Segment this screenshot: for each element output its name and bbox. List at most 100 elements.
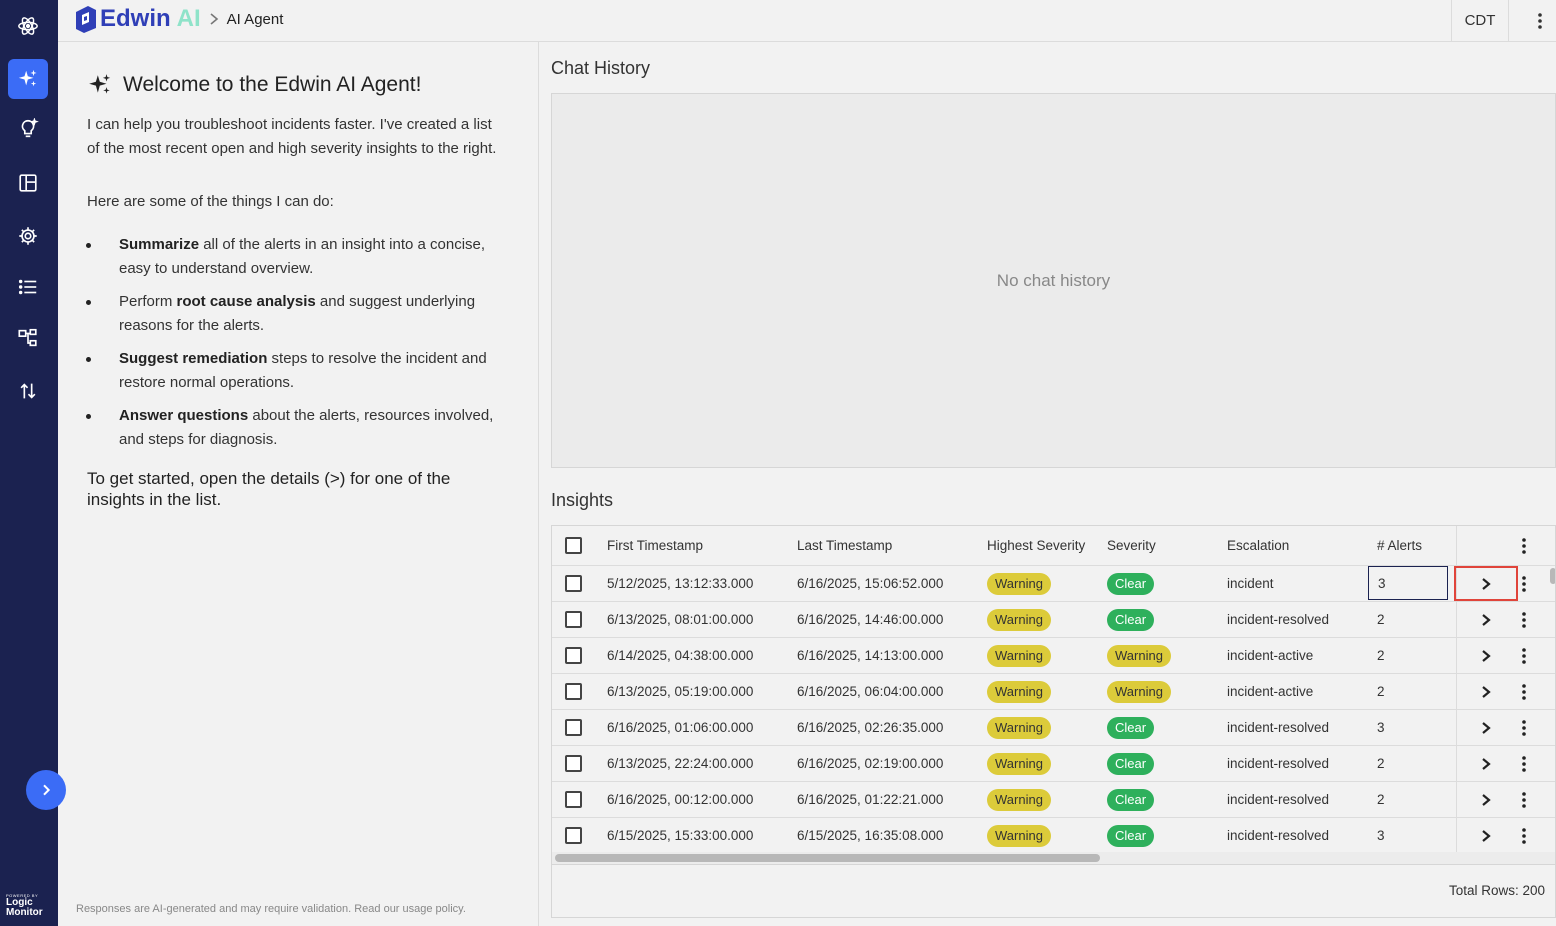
highest-severity-badge: Warning bbox=[987, 680, 1051, 703]
highest-severity-badge: Warning bbox=[987, 788, 1051, 811]
settings-gear-icon[interactable] bbox=[8, 216, 48, 256]
more-vert-icon[interactable] bbox=[1528, 0, 1552, 41]
row-menu-icon[interactable] bbox=[1522, 674, 1526, 709]
row-checkbox[interactable] bbox=[565, 791, 582, 808]
vertical-scrollbar-thumb[interactable] bbox=[1550, 568, 1555, 584]
table-row[interactable]: 6/13/2025, 05:19:00.000 6/16/2025, 06:04:… bbox=[552, 674, 1555, 710]
capability-item: Answer questions about the alerts, resou… bbox=[86, 404, 514, 452]
escalation: incident-resolved bbox=[1227, 828, 1330, 843]
brand[interactable]: Edwin AI AI Agent bbox=[72, 4, 283, 34]
escalation: incident-resolved bbox=[1227, 756, 1330, 771]
severity-badge: Clear bbox=[1107, 788, 1155, 811]
welcome-title: Welcome to the Edwin AI Agent! bbox=[87, 72, 421, 98]
last-timestamp: 6/15/2025, 16:35:08.000 bbox=[797, 828, 944, 843]
last-timestamp: 6/16/2025, 14:13:00.000 bbox=[797, 648, 944, 663]
timezone-selector[interactable]: CDT bbox=[1451, 0, 1509, 41]
first-timestamp: 6/16/2025, 00:12:00.000 bbox=[607, 792, 754, 807]
row-menu-icon[interactable] bbox=[1522, 566, 1526, 601]
table-row[interactable]: 6/16/2025, 00:12:00.000 6/16/2025, 01:22:… bbox=[552, 782, 1555, 818]
table-row[interactable]: 6/15/2025, 15:33:00.000 6/15/2025, 16:35:… bbox=[552, 818, 1555, 854]
highest-severity-badge: Warning bbox=[987, 824, 1051, 847]
row-checkbox[interactable] bbox=[565, 719, 582, 736]
atom-icon[interactable] bbox=[8, 6, 48, 46]
welcome-panel: Welcome to the Edwin AI Agent! I can hel… bbox=[58, 42, 539, 926]
open-details-button[interactable] bbox=[1454, 746, 1518, 781]
chat-history-box: No chat history bbox=[551, 93, 1556, 468]
table-row[interactable]: 6/13/2025, 22:24:00.000 6/16/2025, 02:19:… bbox=[552, 746, 1555, 782]
row-checkbox[interactable] bbox=[565, 611, 582, 628]
first-timestamp: 6/13/2025, 05:19:00.000 bbox=[607, 684, 754, 699]
first-timestamp: 6/15/2025, 15:33:00.000 bbox=[607, 828, 754, 843]
table-row[interactable]: 6/13/2025, 08:01:00.000 6/16/2025, 14:46:… bbox=[552, 602, 1555, 638]
alerts-count[interactable]: 3 bbox=[1368, 566, 1448, 600]
lightbulb-icon[interactable] bbox=[8, 109, 48, 149]
alerts-count: 3 bbox=[1377, 720, 1385, 735]
row-checkbox[interactable] bbox=[565, 575, 582, 592]
list-icon[interactable] bbox=[8, 267, 48, 307]
select-all-checkbox[interactable] bbox=[565, 537, 582, 554]
first-timestamp: 6/16/2025, 01:06:00.000 bbox=[607, 720, 754, 735]
open-details-button[interactable] bbox=[1454, 710, 1518, 745]
horizontal-scrollbar-thumb[interactable] bbox=[555, 854, 1100, 862]
col-alerts[interactable]: # Alerts bbox=[1377, 526, 1422, 565]
open-details-button[interactable] bbox=[1454, 782, 1518, 817]
table-row[interactable]: 5/12/2025, 13:12:33.000 6/16/2025, 15:06:… bbox=[552, 566, 1555, 602]
row-menu-icon[interactable] bbox=[1522, 710, 1526, 745]
logo-line-2: Monitor bbox=[6, 907, 43, 918]
highest-severity-badge: Warning bbox=[987, 572, 1051, 595]
total-rows: Total Rows: 200 bbox=[1448, 883, 1545, 898]
row-checkbox[interactable] bbox=[565, 755, 582, 772]
open-details-button[interactable] bbox=[1454, 674, 1518, 709]
insights-table: First Timestamp Last Timestamp Highest S… bbox=[551, 525, 1556, 918]
edwin-logo-icon bbox=[76, 6, 96, 33]
table-row[interactable]: 6/14/2025, 04:38:00.000 6/16/2025, 14:13:… bbox=[552, 638, 1555, 674]
breadcrumb[interactable]: AI Agent bbox=[227, 11, 284, 28]
table-row[interactable]: 6/16/2025, 01:06:00.000 6/16/2025, 02:26:… bbox=[552, 710, 1555, 746]
row-checkbox[interactable] bbox=[565, 827, 582, 844]
severity-badge: Warning bbox=[1107, 644, 1171, 667]
severity-badge: Clear bbox=[1107, 716, 1155, 739]
open-details-button[interactable] bbox=[1454, 566, 1518, 601]
row-checkbox[interactable] bbox=[565, 647, 582, 664]
open-details-button[interactable] bbox=[1454, 638, 1518, 673]
first-timestamp: 6/14/2025, 04:38:00.000 bbox=[607, 648, 754, 663]
col-last-timestamp[interactable]: Last Timestamp bbox=[797, 526, 892, 565]
column-menu-icon[interactable] bbox=[1522, 526, 1526, 565]
topology-icon[interactable] bbox=[8, 318, 48, 358]
alerts-count: 2 bbox=[1377, 612, 1385, 627]
open-details-button[interactable] bbox=[1454, 602, 1518, 637]
sparkles-icon[interactable] bbox=[8, 59, 48, 99]
row-checkbox[interactable] bbox=[565, 683, 582, 700]
severity-badge: Clear bbox=[1107, 572, 1155, 595]
brand-name: Edwin bbox=[100, 5, 171, 32]
first-timestamp: 5/12/2025, 13:12:33.000 bbox=[607, 576, 754, 591]
escalation: incident-resolved bbox=[1227, 612, 1330, 627]
highest-severity-badge: Warning bbox=[987, 716, 1051, 739]
escalation: incident-resolved bbox=[1227, 720, 1330, 735]
chevron-right-icon bbox=[1482, 577, 1491, 590]
col-highest-severity[interactable]: Highest Severity bbox=[987, 526, 1085, 565]
sort-arrows-icon[interactable] bbox=[8, 371, 48, 411]
row-menu-icon[interactable] bbox=[1522, 782, 1526, 817]
table-header: First Timestamp Last Timestamp Highest S… bbox=[552, 526, 1555, 566]
row-menu-icon[interactable] bbox=[1522, 602, 1526, 637]
alerts-count: 2 bbox=[1377, 756, 1385, 771]
alerts-count: 2 bbox=[1377, 648, 1385, 663]
escalation: incident-resolved bbox=[1227, 792, 1330, 807]
first-timestamp: 6/13/2025, 08:01:00.000 bbox=[607, 612, 754, 627]
dashboard-icon[interactable] bbox=[8, 163, 48, 203]
chat-history-title: Chat History bbox=[551, 58, 651, 78]
col-severity[interactable]: Severity bbox=[1107, 526, 1156, 565]
col-escalation[interactable]: Escalation bbox=[1227, 526, 1289, 565]
welcome-intro-2: Here are some of the things I can do: bbox=[87, 193, 334, 210]
nav-rail: POWERED BY Logic Monitor bbox=[0, 0, 66, 926]
row-menu-icon[interactable] bbox=[1522, 638, 1526, 673]
capabilities-list: Summarize all of the alerts in an insigh… bbox=[86, 233, 514, 461]
highest-severity-badge: Warning bbox=[987, 644, 1051, 667]
capability-item: Summarize all of the alerts in an insigh… bbox=[86, 233, 514, 281]
row-menu-icon[interactable] bbox=[1522, 746, 1526, 781]
row-menu-icon[interactable] bbox=[1522, 818, 1526, 853]
col-first-timestamp[interactable]: First Timestamp bbox=[607, 526, 703, 565]
open-details-button[interactable] bbox=[1454, 818, 1518, 853]
escalation: incident-active bbox=[1227, 648, 1314, 663]
